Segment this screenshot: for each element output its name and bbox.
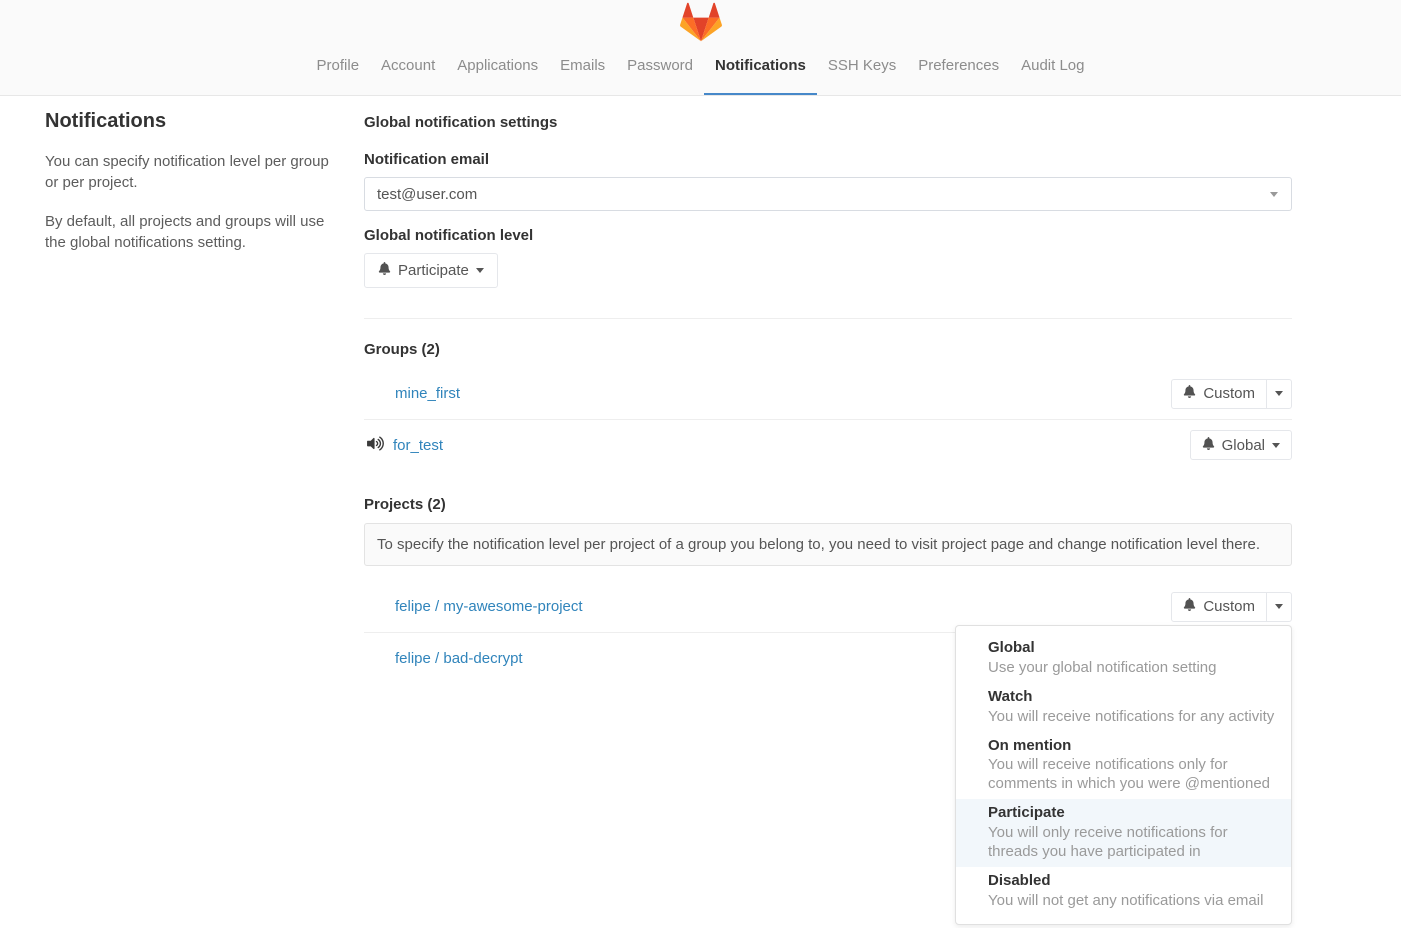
profile-nav-tabs: Profile Account Applications Emails Pass… — [0, 42, 1401, 95]
sidebar-description-2: By default, all projects and groups will… — [45, 211, 331, 254]
notification-email-label: Notification email — [364, 151, 1292, 168]
dropdown-item-watch[interactable]: Watch You will receive notifications for… — [956, 683, 1291, 732]
dropdown-item-description: You will receive notifications only for … — [988, 755, 1275, 793]
gitlab-tanuki-logo-icon[interactable] — [679, 1, 723, 42]
dropdown-item-participate[interactable]: Participate You will only receive notifi… — [956, 799, 1291, 867]
page-container: Notifications You can specify notificati… — [45, 96, 1292, 683]
group-row: for_test Global — [364, 419, 1292, 470]
global-level-button[interactable]: Participate — [364, 253, 498, 288]
tab-password[interactable]: Password — [616, 42, 704, 95]
tab-profile[interactable]: Profile — [306, 42, 371, 95]
volume-up-icon — [367, 436, 384, 455]
global-settings-heading: Global notification settings — [364, 114, 1292, 131]
projects-list: felipe / my-awesome-project Custom — [364, 581, 1292, 683]
tab-audit-log[interactable]: Audit Log — [1010, 42, 1095, 95]
sidebar: Notifications You can specify notificati… — [45, 108, 331, 683]
dropdown-item-global[interactable]: Global Use your global notification sett… — [956, 634, 1291, 683]
dropdown-item-title: Participate — [988, 804, 1275, 823]
caret-down-icon — [1272, 443, 1280, 448]
group-level-split-button: Custom — [1171, 379, 1292, 409]
page-title: Notifications — [45, 110, 331, 133]
logo-container — [0, 0, 1401, 42]
project-level-button[interactable]: Custom — [1171, 592, 1267, 622]
bell-icon — [1183, 385, 1196, 402]
project-level-dropdown-toggle[interactable] — [1266, 592, 1292, 622]
group-level-button[interactable]: Global — [1190, 430, 1292, 460]
caret-down-icon — [1275, 604, 1283, 609]
dropdown-item-description: Use your global notification setting — [988, 658, 1275, 677]
section-divider — [364, 318, 1292, 319]
dropdown-item-title: Disabled — [988, 872, 1275, 891]
dropdown-item-description: You will not get any notifications via e… — [988, 891, 1275, 910]
groups-heading: Groups (2) — [364, 341, 1292, 358]
tab-preferences[interactable]: Preferences — [907, 42, 1010, 95]
dropdown-item-disabled[interactable]: Disabled You will not get any notificati… — [956, 867, 1291, 916]
group-level-value: Custom — [1203, 385, 1255, 402]
notification-level-dropdown: Global Use your global notification sett… — [955, 625, 1292, 925]
project-row: felipe / my-awesome-project Custom — [364, 581, 1292, 632]
group-level-value: Global — [1222, 437, 1265, 454]
global-level-value: Participate — [398, 262, 469, 279]
dropdown-item-title: Global — [988, 639, 1275, 658]
tab-notifications[interactable]: Notifications — [704, 42, 817, 95]
groups-list: mine_first Custom — [364, 368, 1292, 470]
notification-email-value: test@user.com — [377, 186, 477, 203]
project-link-my-awesome-project[interactable]: felipe / my-awesome-project — [395, 598, 583, 615]
global-level-label: Global notification level — [364, 227, 1292, 244]
dropdown-item-description: You will only receive notifications for … — [988, 823, 1275, 861]
main-content: Global notification settings Notificatio… — [364, 108, 1292, 683]
group-link-for-test[interactable]: for_test — [393, 437, 443, 454]
bell-icon — [1202, 437, 1215, 454]
tab-emails[interactable]: Emails — [549, 42, 616, 95]
select-caret-icon — [1270, 192, 1278, 197]
project-link-bad-decrypt[interactable]: felipe / bad-decrypt — [395, 650, 523, 667]
dropdown-item-on-mention[interactable]: On mention You will receive notification… — [956, 732, 1291, 800]
tab-ssh-keys[interactable]: SSH Keys — [817, 42, 907, 95]
sidebar-description-1: You can specify notification level per g… — [45, 151, 331, 194]
tab-account[interactable]: Account — [370, 42, 446, 95]
tab-applications[interactable]: Applications — [446, 42, 549, 95]
dropdown-item-title: On mention — [988, 737, 1275, 756]
site-header: Profile Account Applications Emails Pass… — [0, 0, 1401, 96]
projects-notice: To specify the notification level per pr… — [364, 523, 1292, 566]
group-level-button[interactable]: Custom — [1171, 379, 1267, 409]
group-level-dropdown-toggle[interactable] — [1266, 379, 1292, 409]
project-level-split-button: Custom — [1171, 592, 1292, 622]
caret-down-icon — [1275, 391, 1283, 396]
bell-icon — [1183, 598, 1196, 615]
dropdown-item-description: You will receive notifications for any a… — [988, 707, 1275, 726]
dropdown-item-title: Watch — [988, 688, 1275, 707]
group-link-mine-first[interactable]: mine_first — [395, 385, 460, 402]
projects-heading: Projects (2) — [364, 496, 1292, 513]
bell-icon — [378, 262, 391, 279]
caret-down-icon — [476, 268, 484, 273]
project-level-value: Custom — [1203, 598, 1255, 615]
group-row: mine_first Custom — [364, 368, 1292, 419]
notification-email-select[interactable]: test@user.com — [364, 177, 1292, 211]
